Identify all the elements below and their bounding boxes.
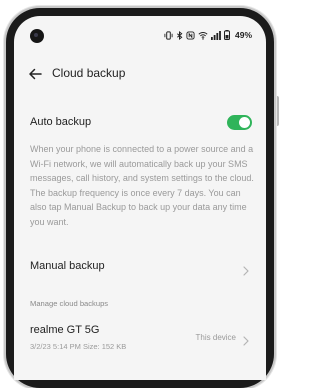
manual-backup-label: Manual backup <box>30 260 105 272</box>
auto-backup-toggle[interactable] <box>227 115 252 130</box>
device-screenshot: 49% Cloud backup Auto backup When your p… <box>0 0 287 388</box>
toggle-knob <box>239 117 250 128</box>
section-header-cloud-backups: Manage cloud backups <box>30 299 109 308</box>
back-arrow-icon[interactable] <box>28 67 42 81</box>
battery-icon <box>223 30 230 40</box>
nfc-icon <box>186 30 195 40</box>
this-device-tag: This device <box>195 333 236 342</box>
signal-icon <box>210 30 221 40</box>
bluetooth-icon <box>176 30 183 40</box>
front-camera <box>30 29 44 43</box>
power-button <box>275 96 279 126</box>
phone-screen: 49% Cloud backup Auto backup When your p… <box>14 16 266 380</box>
backup-device-name: realme GT 5G <box>30 324 100 336</box>
status-bar: 49% <box>14 16 266 52</box>
vibrate-icon <box>164 30 173 40</box>
status-icons: 49% <box>164 30 252 40</box>
auto-backup-description: When your phone is connected to a power … <box>30 144 254 227</box>
battery-percentage: 49% <box>234 30 252 40</box>
wifi-icon <box>198 31 208 40</box>
auto-backup-label: Auto backup <box>30 116 92 128</box>
cloud-backup-item[interactable]: realme GT 5G 3/2/23 5:14 PM Size: 152 KB… <box>14 319 266 359</box>
chevron-right-icon <box>242 263 250 276</box>
page-header: Cloud backup <box>14 64 266 86</box>
page-title: Cloud backup <box>52 66 126 80</box>
backup-meta: 3/2/23 5:14 PM Size: 152 KB <box>30 342 127 351</box>
chevron-right-icon <box>242 333 250 346</box>
manual-backup-row[interactable]: Manual backup <box>14 255 266 279</box>
